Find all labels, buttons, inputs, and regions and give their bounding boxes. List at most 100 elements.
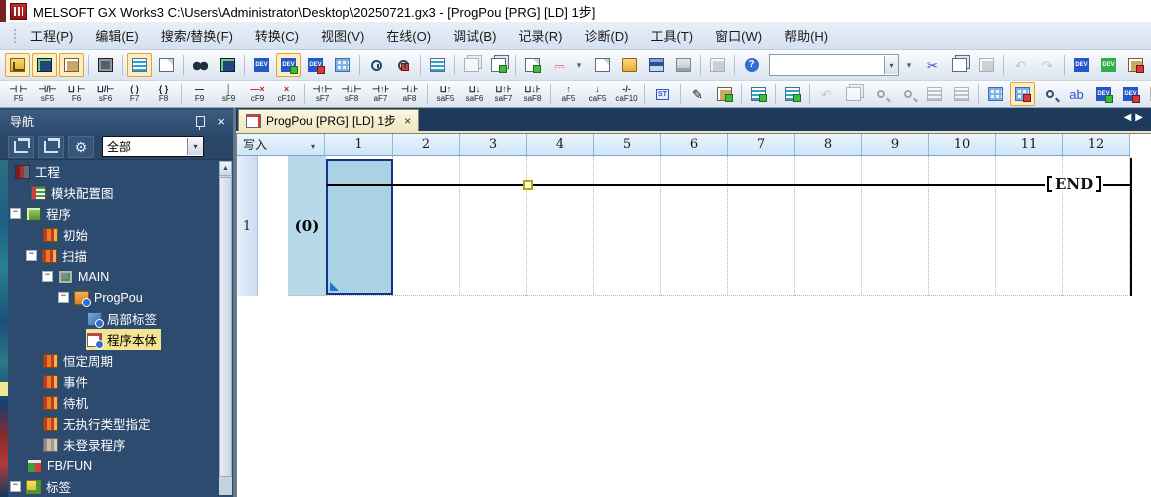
tree-item-unregistered-program[interactable]: 未登录程序: [8, 434, 220, 455]
tree-item-fixed-scan[interactable]: 恒定周期: [8, 350, 220, 371]
open-project-button[interactable]: [617, 53, 642, 77]
ladder-cell[interactable]: [594, 156, 661, 296]
watch-window1-button[interactable]: [364, 53, 389, 77]
tree-expand-collapse-button[interactable]: [38, 136, 64, 158]
edit-test-button[interactable]: [520, 53, 545, 77]
collapse-toggle[interactable]: −: [42, 271, 53, 282]
quick-find-combobox[interactable]: ▾: [769, 54, 899, 76]
falling-pulse-close-branch-button[interactable]: ⊔↓⊦saF8: [518, 81, 547, 107]
redo-button[interactable]: ↷: [1035, 53, 1060, 77]
edit-mode-header[interactable]: 写入 ▾: [237, 134, 325, 156]
ladder-cell[interactable]: [728, 156, 795, 296]
menu-record[interactable]: 记录(R): [507, 22, 573, 49]
application-instruction-button[interactable]: { }F8: [149, 81, 178, 107]
vertical-line-button[interactable]: │sF9: [214, 81, 243, 107]
rising-pulse-close-button[interactable]: ⊣↑⊦aF7: [366, 81, 395, 107]
new-project-button[interactable]: [590, 53, 615, 77]
paste-button[interactable]: [974, 53, 999, 77]
menu-convert[interactable]: 转换(C): [244, 22, 310, 49]
parameter-button[interactable]: [93, 53, 118, 77]
menu-window[interactable]: 窗口(W): [704, 22, 773, 49]
end-instruction[interactable]: END: [1045, 175, 1103, 193]
toolbar-overflow[interactable]: ▾: [903, 60, 915, 71]
copy-gray-button[interactable]: [705, 53, 730, 77]
device-write-mode-button[interactable]: DEV: [1069, 53, 1094, 77]
ladder-cell[interactable]: [795, 156, 862, 296]
edit-statement-button[interactable]: [746, 82, 771, 106]
navigation-settings-button[interactable]: ⚙: [68, 136, 94, 158]
tree-item-initial[interactable]: 初始: [8, 224, 220, 245]
module-configuration-button[interactable]: [32, 53, 57, 77]
convert-all-button[interactable]: [841, 82, 866, 106]
close-branch-button[interactable]: ⊔/⊢sF6: [91, 81, 120, 107]
convert-block-button[interactable]: ↶: [814, 82, 839, 106]
find-button[interactable]: [188, 53, 213, 77]
menu-online[interactable]: 在线(O): [375, 22, 442, 49]
close-contact-button[interactable]: ⊣/⊢sF5: [33, 81, 62, 107]
tree-item-main[interactable]: − MAIN: [8, 266, 220, 287]
print-button[interactable]: [671, 53, 696, 77]
scrollbar-thumb[interactable]: [219, 177, 232, 477]
delete-vertical-line-button[interactable]: ×cF10: [272, 81, 301, 107]
tree-item-fb-fun[interactable]: FB/FUN: [8, 455, 220, 476]
close-icon[interactable]: ×: [217, 115, 225, 128]
chevron-down-icon[interactable]: ▾: [187, 138, 203, 155]
element-selection-button[interactable]: [425, 53, 450, 77]
invert-operation-button[interactable]: -/-caF10: [612, 81, 641, 107]
collapse-toggle[interactable]: −: [10, 208, 21, 219]
pin-icon[interactable]: [196, 116, 205, 127]
coil-button[interactable]: ( )F7: [120, 81, 149, 107]
device-comment-display-button[interactable]: DEV: [276, 53, 301, 77]
tree-item-program-body[interactable]: 程序本体: [8, 329, 220, 350]
falling-pulse-button[interactable]: ⊣↓⊢sF8: [337, 81, 366, 107]
delete-horizontal-line-button[interactable]: —×cF9: [243, 81, 272, 107]
mode-dropdown-icon[interactable]: ▾: [305, 138, 321, 154]
project-tree-view-button[interactable]: [5, 53, 30, 77]
tree-filter-combobox[interactable]: 全部 ▾: [102, 136, 204, 157]
falling-pulse-branch-button[interactable]: ⊔↓saF6: [460, 81, 489, 107]
device-list-button[interactable]: [330, 53, 355, 77]
wiring-edit-button[interactable]: [1010, 82, 1035, 106]
verify-green-button[interactable]: [486, 53, 511, 77]
edit-note-button[interactable]: [780, 82, 805, 106]
verify-button[interactable]: [459, 53, 484, 77]
tree-item-module-config[interactable]: 模块配置图: [8, 182, 220, 203]
tree-item-no-execution-type[interactable]: 无执行类型指定: [8, 413, 220, 434]
label-editor-button[interactable]: [154, 53, 179, 77]
io-check-button[interactable]: ⎓: [547, 53, 572, 77]
tree-item-local-label[interactable]: 局部标签: [8, 308, 220, 329]
collapse-toggle[interactable]: −: [58, 292, 69, 303]
save-project-button[interactable]: [644, 53, 669, 77]
device-search-button[interactable]: DEV: [1091, 82, 1116, 106]
tree-item-event[interactable]: 事件: [8, 371, 220, 392]
invert-result-falling-button[interactable]: ↓caF5: [583, 81, 612, 107]
menu-tools[interactable]: 工具(T): [640, 22, 705, 49]
tab-next-icon[interactable]: ▶: [1135, 112, 1147, 123]
device-comment-button[interactable]: [59, 53, 84, 77]
open-branch-button[interactable]: ⊔ ⊢F6: [62, 81, 91, 107]
selected-cell-cursor[interactable]: [326, 159, 393, 295]
comment-format-dropdown[interactable]: ab: [1064, 82, 1089, 106]
quick-find-input[interactable]: [770, 57, 884, 73]
scroll-up-button[interactable]: ▲: [219, 161, 232, 176]
menu-search-replace[interactable]: 搜索/替换(F): [150, 22, 244, 49]
cut-button[interactable]: ✂: [920, 53, 945, 77]
menu-debug[interactable]: 调试(B): [442, 22, 507, 49]
menu-edit[interactable]: 编辑(E): [84, 22, 149, 49]
tree-item-project[interactable]: 工程: [8, 161, 220, 182]
device-find-button[interactable]: [1037, 82, 1062, 106]
menu-project[interactable]: 工程(P): [19, 22, 84, 49]
undo-button[interactable]: ↶: [1008, 53, 1033, 77]
rising-pulse-branch-button[interactable]: ⊔↑saF5: [431, 81, 460, 107]
ladder-cell[interactable]: [929, 156, 996, 296]
wiring-display-button[interactable]: [983, 82, 1008, 106]
device-display-dropdown-button[interactable]: DEV: [249, 53, 274, 77]
menu-help[interactable]: 帮助(H): [773, 22, 839, 49]
navigation-scrollbar[interactable]: ▲: [219, 161, 232, 495]
help-button[interactable]: ?: [739, 53, 764, 77]
device-replace-button[interactable]: DEV: [1118, 82, 1143, 106]
watch-window2-button[interactable]: [391, 53, 416, 77]
edit-ladder-button[interactable]: ✎: [685, 82, 710, 106]
delete-rung-button[interactable]: [949, 82, 974, 106]
menu-diagnostics[interactable]: 诊断(D): [573, 22, 639, 49]
